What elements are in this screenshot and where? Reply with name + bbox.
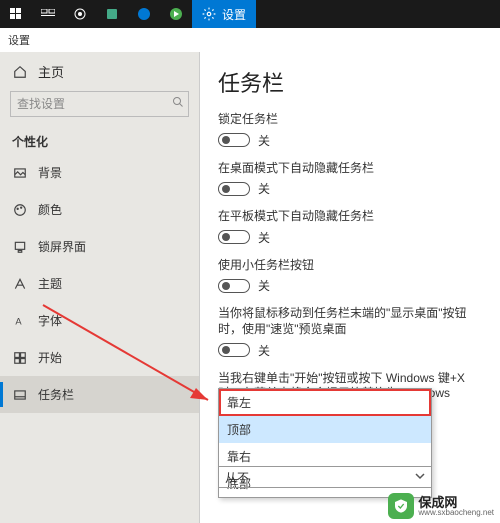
toggle-state: 关 [258, 277, 270, 294]
setting-lock-taskbar: 锁定任务栏 关 [218, 112, 482, 149]
watermark-text: 保成网 [418, 496, 494, 509]
sidebar-item-background[interactable]: 背景 [0, 154, 199, 191]
home-button[interactable]: 主页 [0, 52, 199, 91]
sidebar-item-label: 开始 [38, 349, 62, 366]
edge-icon[interactable] [128, 0, 160, 28]
app-icon-2[interactable] [96, 0, 128, 28]
gear-icon [202, 7, 216, 21]
setting-label: 当你将鼠标移动到任务栏末端的"显示桌面"按钮时，使用"速览"预览桌面 [218, 306, 482, 337]
sidebar-item-lockscreen[interactable]: 锁屏界面 [0, 228, 199, 265]
setting-label: 在平板模式下自动隐藏任务栏 [218, 209, 482, 225]
nav-list: 背景 颜色 锁屏界面 主题 A 字体 开始 [0, 154, 199, 523]
sidebar-item-label: 字体 [38, 312, 62, 329]
search-icon [172, 95, 184, 113]
windows-taskbar: 设置 [0, 0, 500, 28]
sidebar-item-label: 颜色 [38, 201, 62, 218]
sidebar: 主页 个性化 背景 颜色 锁屏界面 [0, 52, 200, 523]
search-row [0, 91, 199, 125]
window-titlebar: 设置 [0, 28, 500, 52]
chevron-down-icon [415, 470, 425, 484]
setting-autohide-desktop: 在桌面模式下自动隐藏任务栏 关 [218, 161, 482, 198]
settings-taskbar-label: 设置 [222, 6, 246, 23]
toggle-state: 关 [258, 342, 270, 359]
sidebar-item-start[interactable]: 开始 [0, 339, 199, 376]
toggle-state: 关 [258, 132, 270, 149]
toggle-state: 关 [258, 229, 270, 246]
sidebar-item-taskbar[interactable]: 任务栏 [0, 376, 199, 413]
toggle-small-buttons[interactable]: 关 [218, 277, 482, 294]
dropdown-option-top[interactable]: 顶部 [219, 416, 431, 443]
sidebar-item-colors[interactable]: 颜色 [0, 191, 199, 228]
search-box[interactable] [10, 91, 189, 117]
setting-peek: 当你将鼠标移动到任务栏末端的"显示桌面"按钮时，使用"速览"预览桌面 关 [218, 306, 482, 358]
theme-icon [12, 276, 28, 292]
media-icon[interactable] [160, 0, 192, 28]
sidebar-item-label: 锁屏界面 [38, 238, 86, 255]
svg-text:A: A [15, 316, 22, 326]
sidebar-item-fonts[interactable]: A 字体 [0, 302, 199, 339]
lock-icon [12, 239, 28, 255]
toggle-autohide-tablet[interactable]: 关 [218, 229, 482, 246]
palette-icon [12, 202, 28, 218]
toggle-autohide-desktop[interactable]: 关 [218, 180, 482, 197]
setting-label: 锁定任务栏 [218, 112, 482, 128]
setting-label: 在桌面模式下自动隐藏任务栏 [218, 161, 482, 177]
window-title: 设置 [8, 32, 30, 48]
picture-icon [12, 165, 28, 181]
sidebar-group-header: 个性化 [0, 125, 199, 154]
sidebar-item-label: 主题 [38, 275, 62, 292]
setting-label: 使用小任务栏按钮 [218, 258, 482, 274]
watermark-url: www.sxbaocheng.net [418, 509, 494, 517]
settings-taskbar-item[interactable]: 设置 [192, 0, 256, 28]
watermark-badge [388, 493, 414, 519]
setting-autohide-tablet: 在平板模式下自动隐藏任务栏 关 [218, 209, 482, 246]
start-menu-icon [12, 350, 28, 366]
home-label: 主页 [38, 62, 64, 81]
setting-small-buttons: 使用小任务栏按钮 关 [218, 258, 482, 295]
sidebar-item-label: 背景 [38, 164, 62, 181]
task-view-icon[interactable] [32, 0, 64, 28]
toggle-lock-taskbar[interactable]: 关 [218, 132, 482, 149]
start-button[interactable] [0, 0, 32, 28]
home-icon [12, 64, 28, 80]
combine-dropdown[interactable]: 从不 [218, 466, 432, 488]
app-icon-1[interactable] [64, 0, 96, 28]
taskbar-icon [12, 387, 28, 403]
sidebar-item-label: 任务栏 [38, 386, 74, 403]
search-input[interactable] [17, 97, 172, 111]
toggle-peek[interactable]: 关 [218, 342, 482, 359]
page-title: 任务栏 [218, 66, 482, 98]
dropdown-option-left[interactable]: 靠左 [219, 389, 431, 416]
toggle-state: 关 [258, 180, 270, 197]
sidebar-item-themes[interactable]: 主题 [0, 265, 199, 302]
combine-dropdown-value: 从不 [225, 469, 249, 486]
font-icon: A [12, 313, 28, 329]
watermark: 保成网 www.sxbaocheng.net [388, 493, 494, 519]
